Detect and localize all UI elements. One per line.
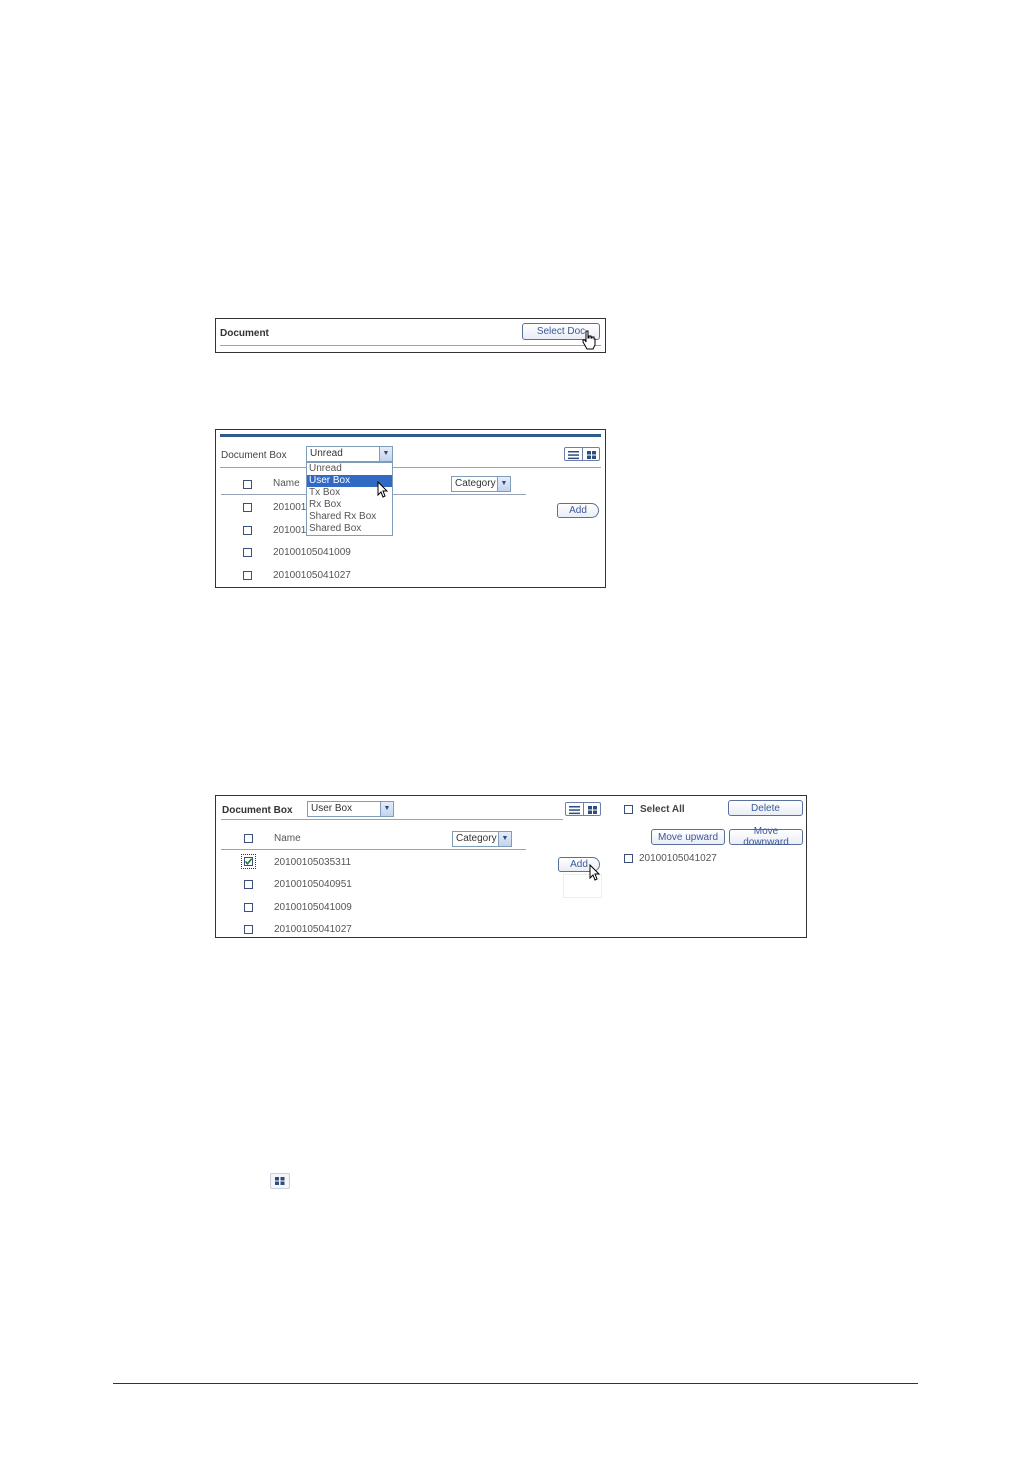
row-name: 20100105041027: [273, 570, 351, 581]
document-box-label: Document Box: [221, 450, 287, 461]
row-checkbox[interactable]: [244, 903, 253, 912]
list-view-button[interactable]: [566, 803, 583, 815]
chevron-down-icon: ▼: [497, 477, 510, 491]
list-view-icon: [568, 451, 579, 460]
document-select-panel: Document Select Doc: [215, 318, 606, 353]
checkmark-icon: [244, 858, 253, 866]
name-column-header: Name: [273, 478, 300, 489]
option-shared-rx-box[interactable]: Shared Rx Box: [307, 511, 392, 523]
footer-rule: [113, 1383, 918, 1384]
view-toggle: [565, 802, 601, 816]
list-view-button[interactable]: [565, 448, 582, 460]
thumbnail-view-button[interactable]: [583, 448, 600, 460]
arrow-cursor-icon: [589, 864, 601, 881]
row-checkbox[interactable]: [243, 571, 252, 580]
select-all-label: Select All: [640, 804, 685, 815]
option-shared-box[interactable]: Shared Box: [307, 523, 392, 535]
box-type-select-value: User Box: [311, 803, 353, 814]
document-box-label: Document Box: [222, 805, 293, 816]
row-name: 201001: [273, 525, 307, 536]
document-box-panel-selected: Document Box User Box ▼ Select All Delet…: [215, 795, 807, 938]
chevron-down-icon: ▼: [379, 447, 392, 461]
category-select-value: Category: [456, 833, 497, 844]
divider: [220, 345, 601, 346]
row-checkbox[interactable]: [244, 925, 253, 934]
chevron-down-icon: ▼: [380, 802, 393, 816]
row-name: 201001: [273, 502, 307, 513]
added-item-checkbox[interactable]: [624, 854, 633, 863]
box-type-select[interactable]: User Box ▼: [307, 801, 394, 817]
thumbnail-view-icon: [587, 451, 596, 459]
view-toggle: [564, 447, 600, 461]
thumbnail-view-button[interactable]: [584, 803, 601, 815]
row-name: 20100105041027: [274, 924, 352, 935]
accent-bar: [220, 434, 601, 437]
arrow-cursor-icon: [377, 481, 389, 498]
added-item-name: 20100105041027: [639, 853, 717, 864]
hand-pointer-icon: [582, 330, 596, 350]
divider: [221, 819, 563, 820]
thumbnail-view-icon: [270, 1173, 290, 1189]
add-button[interactable]: Add: [557, 503, 599, 518]
row-checkbox-checked[interactable]: [241, 854, 256, 869]
name-column-header: Name: [274, 833, 301, 844]
row-checkbox[interactable]: [243, 526, 252, 535]
document-box-panel-dropdown: Document Box Unread ▼ Name Category ▼ 20…: [215, 429, 606, 588]
delete-button[interactable]: Delete: [728, 800, 803, 816]
row-checkbox[interactable]: [244, 880, 253, 889]
category-select[interactable]: Category ▼: [451, 476, 511, 492]
row-name: 20100105040951: [274, 879, 352, 890]
thumbnail-view-icon: [588, 806, 597, 814]
row-checkbox[interactable]: [243, 548, 252, 557]
select-all-added-checkbox[interactable]: [624, 805, 633, 814]
divider: [220, 467, 601, 468]
category-select-value: Category: [455, 478, 496, 489]
option-unread[interactable]: Unread: [307, 463, 392, 475]
select-all-checkbox[interactable]: [243, 480, 252, 489]
row-name: 20100105041009: [274, 902, 352, 913]
row-name: 20100105035311: [274, 857, 352, 868]
select-all-checkbox[interactable]: [244, 834, 253, 843]
box-type-select[interactable]: Unread ▼: [306, 446, 393, 462]
option-rx-box[interactable]: Rx Box: [307, 499, 392, 511]
category-select[interactable]: Category ▼: [452, 831, 512, 847]
list-view-icon: [569, 806, 580, 815]
divider: [221, 849, 526, 850]
document-label: Document: [220, 328, 269, 339]
row-checkbox[interactable]: [243, 503, 252, 512]
move-downward-button[interactable]: Move downward: [729, 826, 803, 848]
box-type-select-value: Unread: [310, 448, 343, 459]
chevron-down-icon: ▼: [498, 832, 511, 846]
row-name: 20100105041009: [273, 547, 351, 558]
box-type-options: Unread User Box Tx Box Rx Box Shared Rx …: [306, 462, 393, 536]
move-upward-button[interactable]: Move upward: [651, 829, 725, 845]
